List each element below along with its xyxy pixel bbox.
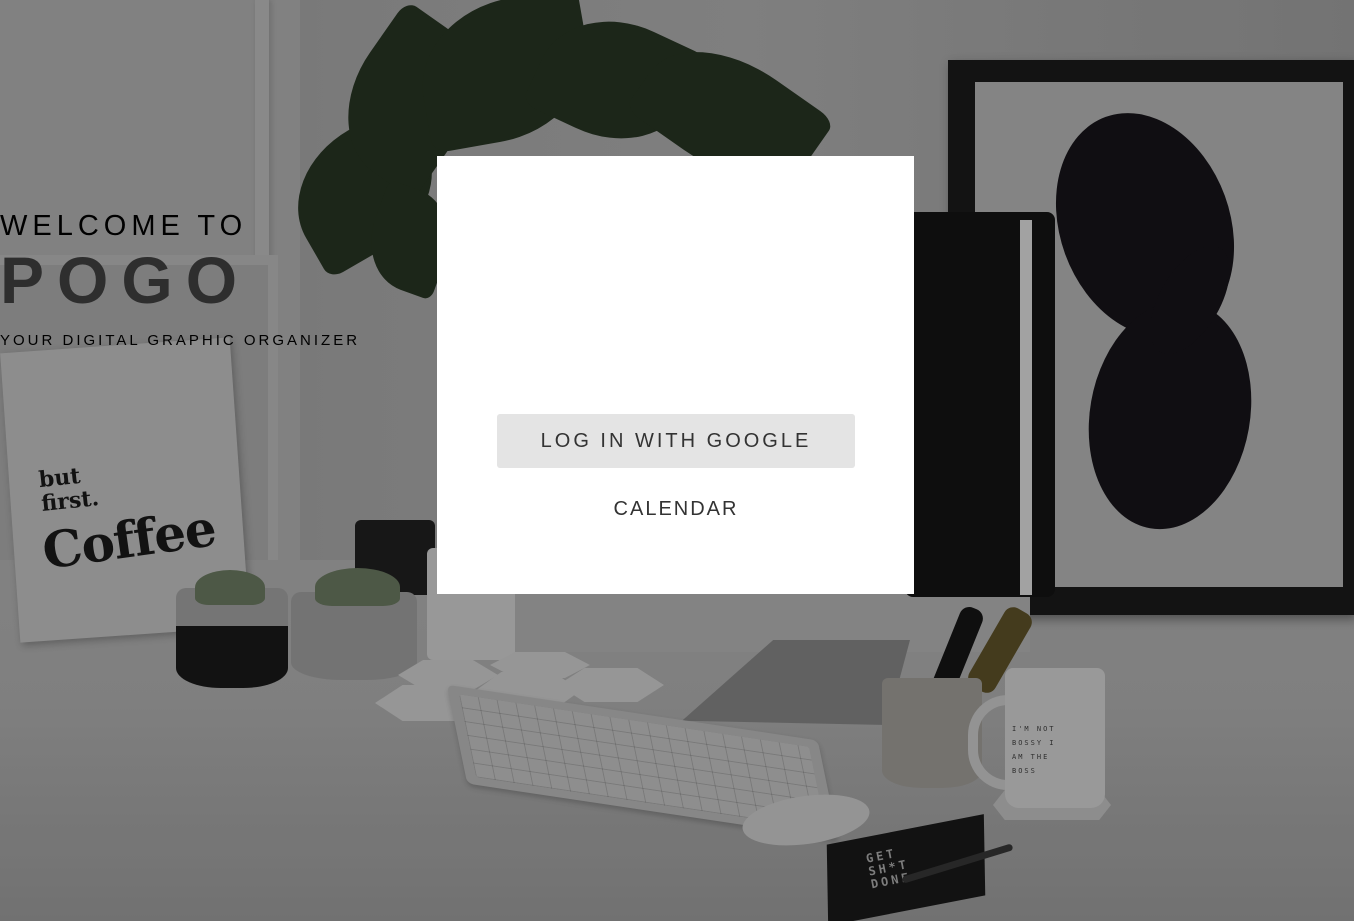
welcome-heading: WELCOME TO bbox=[0, 210, 248, 242]
brand-title: POGO bbox=[0, 243, 251, 317]
calendar-link[interactable]: CALENDAR bbox=[560, 495, 792, 523]
login-screen: but first. Coffee I'M NOT BOSSY I AM THE… bbox=[0, 0, 1354, 921]
login-google-button[interactable]: LOG IN WITH GOOGLE bbox=[497, 414, 855, 468]
tagline: YOUR DIGITAL GRAPHIC ORGANIZER bbox=[0, 332, 361, 349]
